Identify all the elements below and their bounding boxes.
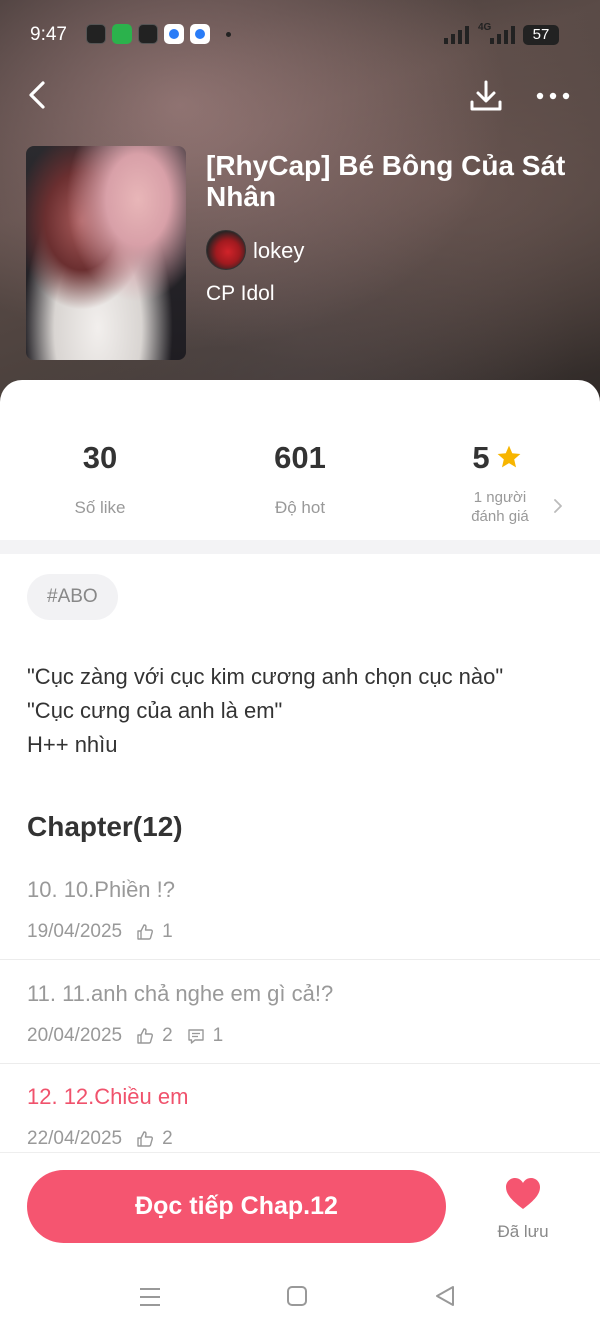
thumbs-up-icon <box>137 1131 154 1147</box>
thumbs-up-icon <box>137 1028 154 1044</box>
chapter-meta: 22/04/2025 2 <box>27 1128 173 1150</box>
section-divider <box>0 540 600 554</box>
rating-count-label-2: đánh giá <box>471 508 529 525</box>
home-icon[interactable] <box>286 1285 308 1307</box>
status-bar: 9:47 4G 57 <box>0 14 600 54</box>
signal-icon <box>490 24 515 44</box>
hot-label: Độ hot <box>274 498 326 517</box>
rating-count-label: 1 người <box>473 489 527 506</box>
more-icon <box>536 92 570 100</box>
notification-icons <box>86 24 210 44</box>
author-name[interactable]: lokey <box>253 238 304 264</box>
stat-hot: 601 Độ hot <box>200 440 400 518</box>
chapter-meta: 20/04/2025 2 1 <box>27 1025 223 1047</box>
story-category[interactable]: CP Idol <box>206 282 275 306</box>
back-icon <box>29 81 45 109</box>
download-button[interactable] <box>468 78 504 114</box>
battery-icon: 57 <box>523 25 559 45</box>
chapter-title: 10. 10.Phiền !? <box>27 877 176 902</box>
menu-icon[interactable] <box>138 1285 162 1309</box>
notification-app-icon <box>138 24 158 44</box>
thumbs-up-icon <box>137 924 154 940</box>
chapter-date: 19/04/2025 <box>27 921 123 942</box>
notification-app-icon <box>164 24 184 44</box>
story-description: "Cục zàng với cục kim cương anh chọn cục… <box>27 660 577 762</box>
likes-label: Số like <box>74 498 126 517</box>
chapter-divider <box>0 959 600 960</box>
chapter-date: 22/04/2025 <box>27 1128 123 1149</box>
chapter-meta: 19/04/2025 1 <box>27 921 173 943</box>
likes-count: 30 <box>82 440 118 475</box>
more-notifications-dot-icon <box>226 32 231 37</box>
chevron-right-icon[interactable] <box>551 498 565 514</box>
hot-count: 601 <box>274 440 326 475</box>
rating-label: 1 người đánh giá <box>400 488 600 526</box>
chapter-divider <box>0 1063 600 1064</box>
story-title: [RhyCap] Bé Bông Của Sát Nhân <box>206 150 566 212</box>
heart-icon[interactable] <box>505 1177 541 1211</box>
chapter-item[interactable]: 10. 10.Phiền !? 19/04/2025 1 <box>0 877 600 981</box>
description-line: H++ nhìu <box>27 732 118 757</box>
more-options-button[interactable] <box>534 78 572 114</box>
notification-app-icon <box>190 24 210 44</box>
tag-chip[interactable]: #ABO <box>27 574 118 620</box>
chapter-comments: 1 <box>212 1025 224 1046</box>
story-cover-image <box>26 146 186 360</box>
comment-icon <box>187 1029 204 1044</box>
signal-icon <box>444 24 469 44</box>
status-time: 9:47 <box>30 24 67 45</box>
stat-likes: 30 Số like <box>0 440 200 518</box>
chapter-title: 11. 11.anh chả nghe em gì cả!? <box>27 981 334 1006</box>
chapter-date: 20/04/2025 <box>27 1025 123 1046</box>
description-line: "Cục cưng của anh là em" <box>27 698 283 723</box>
author-avatar[interactable] <box>206 230 246 270</box>
continue-reading-button[interactable]: Đọc tiếp Chap.12 <box>27 1170 446 1243</box>
description-line: "Cục zàng với cục kim cương anh chọn cục… <box>27 664 504 689</box>
chapter-item[interactable]: 11. 11.anh chả nghe em gì cả!? 20/04/202… <box>0 981 600 1085</box>
chapter-likes: 2 <box>162 1128 173 1149</box>
download-icon <box>470 80 502 111</box>
saved-label[interactable]: Đã lưu <box>486 1222 560 1242</box>
chapter-heading: Chapter(12) <box>27 811 183 842</box>
nav-back-icon[interactable] <box>434 1284 456 1308</box>
chapter-likes: 2 <box>162 1025 173 1046</box>
notification-app-icon <box>112 24 132 44</box>
back-button[interactable] <box>22 78 56 112</box>
star-icon <box>497 445 521 468</box>
chapter-likes: 1 <box>162 921 173 942</box>
notification-app-icon <box>86 24 106 44</box>
chapter-title: 12. 12.Chiều em <box>27 1084 189 1109</box>
